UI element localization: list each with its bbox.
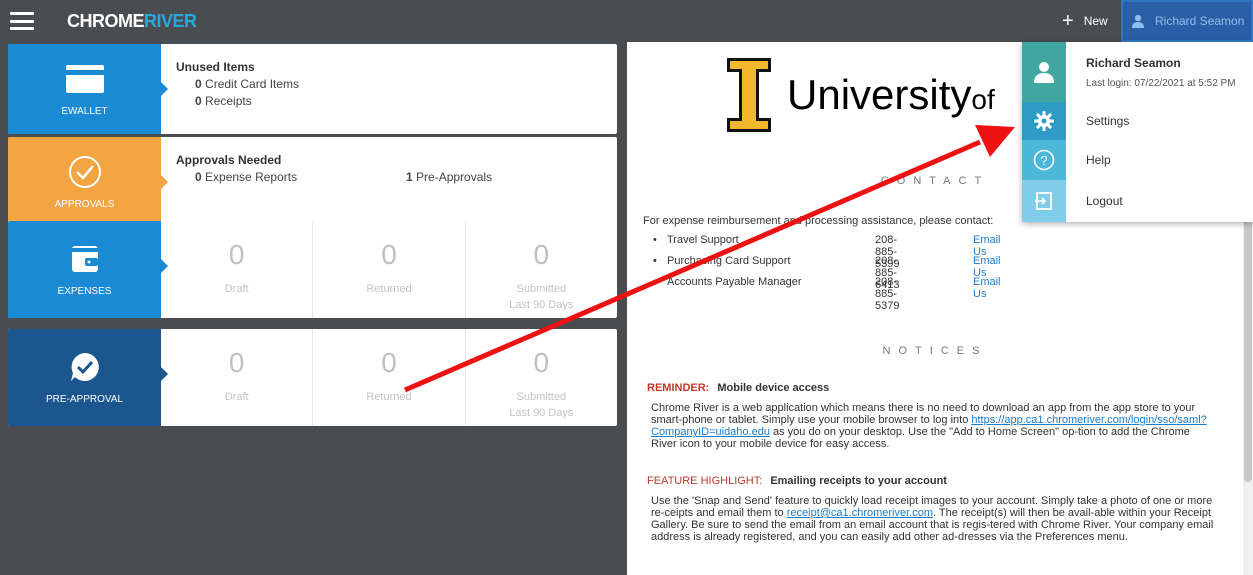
chat-check-icon [69,350,101,384]
user-menu-button[interactable]: Richard Seamon [1121,0,1253,42]
preapproval-draft-cell[interactable]: 0 Draft [161,329,314,426]
checkmark-circle-icon [68,155,102,189]
notice-mobile-access: REMINDER: Mobile device access Chrome Riv… [647,382,1207,450]
ewallet-label: EWALLET [61,105,108,117]
plus-icon: + [1062,10,1074,32]
new-button[interactable]: + New [1062,0,1108,42]
svg-text:?: ? [1040,153,1047,168]
approvals-tile-icon-panel[interactable]: APPROVALS [8,137,168,227]
university-i-logo-icon [727,58,771,132]
wallet-card-icon [65,62,104,96]
menu-item-settings[interactable]: Settings [1022,102,1253,140]
user-icon [1132,14,1144,28]
notice-emailing-receipts: FEATURE HIGHLIGHT: Emailing receipts to y… [647,475,1214,543]
expense-reports-count[interactable]: 0 Expense Reports [195,170,297,184]
contact-intro-text: For expense reimbursement and processing… [643,215,994,227]
logout-icon [1022,180,1066,222]
last-login-text: Last login: 07/22/2021 at 5:52 PM [1086,77,1236,89]
pre-approvals-count[interactable]: 1 Pre-Approvals [406,170,492,184]
approvals-needed-title: Approvals Needed [176,153,282,167]
university-logo: Universityof [727,58,995,132]
profile-name: Richard Seamon [1086,55,1181,70]
email-us-link[interactable]: Email Us [973,276,1001,300]
gear-icon [1022,102,1066,140]
expenses-submitted-cell[interactable]: 0 Submitted Last 90 Days [466,221,617,318]
expenses-draft-cell[interactable]: 0 Draft [161,221,314,318]
expenses-returned-cell[interactable]: 0 Returned [313,221,466,318]
list-item: Accounts Payable Manager208-885-5379Emai… [653,276,1001,312]
help-circle-icon: ? [1022,140,1066,180]
list-item: Purchasing Card Support208-885-6413Email… [653,255,1001,291]
pre-approval-tile[interactable]: PRE-APPROVAL 0 Draft 0 Returned 0 Submit… [8,329,617,426]
expenses-tile[interactable]: EXPENSES 0 Draft 0 Returned 0 Submitted L… [8,221,617,318]
menu-item-help[interactable]: ? Help [1022,140,1253,180]
approvals-label: APPROVALS [54,198,115,210]
chrome-river-logo[interactable]: CHROMERIVER [67,11,197,32]
credit-card-items-row[interactable]: 0 Credit Card Items [195,77,607,91]
hamburger-menu-icon[interactable] [10,12,34,30]
list-item: Travel Support208-885-5399Email Us [653,234,1001,270]
menu-profile[interactable]: Richard Seamon Last login: 07/22/2021 at… [1022,42,1253,102]
ewallet-tile-icon-panel[interactable]: EWALLET [8,44,168,134]
receipt-email-link[interactable]: receipt@ca1.chromeriver.com [787,507,933,519]
preapproval-returned-cell[interactable]: 0 Returned [313,329,466,426]
unused-items-title: Unused Items [176,60,255,74]
receipts-row[interactable]: 0 Receipts [195,94,607,108]
menu-item-logout[interactable]: Logout [1022,180,1253,222]
expenses-label: EXPENSES [57,286,112,297]
user-dropdown-menu: Richard Seamon Last login: 07/22/2021 at… [1022,42,1253,222]
user-icon [1022,42,1066,102]
top-bar: CHROMERIVER + New Richard Seamon [0,0,1253,42]
ewallet-tile[interactable]: EWALLET Unused Items 0 Credit Card Items… [8,44,617,134]
approvals-tile[interactable]: APPROVALS Approvals Needed 0 Expense Rep… [8,137,617,227]
pre-approval-label: PRE-APPROVAL [45,394,124,405]
pre-approval-tile-icon-panel[interactable]: PRE-APPROVAL [8,329,168,426]
expenses-tile-icon-panel[interactable]: EXPENSES [8,221,168,318]
preapproval-submitted-cell[interactable]: 0 Submitted Last 90 Days [466,329,617,426]
contact-list: Travel Support208-885-5399Email Us Purch… [653,234,1001,312]
notices-heading: NOTICES [882,345,988,357]
wallet-icon [70,242,100,276]
